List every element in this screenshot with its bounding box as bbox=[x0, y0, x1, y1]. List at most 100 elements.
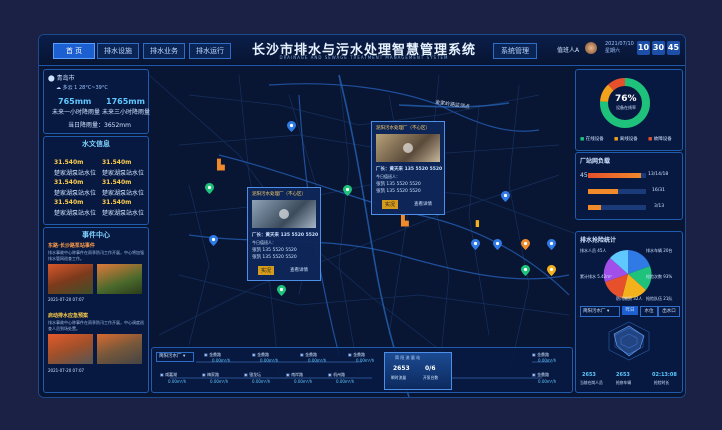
green-location-pin-icon[interactable] bbox=[205, 183, 214, 194]
bottom-stat-label: 抢修车辆 bbox=[616, 380, 632, 385]
load-row-value: 13/14/18 bbox=[648, 172, 669, 177]
rain-1h-value: 765mm bbox=[58, 97, 92, 106]
event-photo[interactable] bbox=[48, 334, 93, 364]
load-bar-fill bbox=[588, 189, 619, 194]
load-bar-track bbox=[588, 189, 646, 194]
drainage-title: 排水抢险统计 bbox=[580, 237, 617, 244]
flow-node-name: 金鼎路 bbox=[257, 352, 270, 357]
flow-center-station[interactable]: 简 阳 流 量 站 2653 0/6 瞬时流量 开泵台数 bbox=[384, 352, 452, 390]
legend-offline-dot: ■ bbox=[614, 137, 619, 142]
bottom-stat-value: 2653 bbox=[582, 372, 596, 378]
flow-node-name: 金鼎路 bbox=[537, 372, 550, 377]
tab-outlet[interactable]: 出水口 bbox=[658, 306, 680, 317]
orange-location-pin-icon[interactable] bbox=[547, 265, 556, 276]
location-pin-icon: ⬤ bbox=[48, 75, 57, 82]
events-title: 事件中心 bbox=[82, 231, 110, 239]
green-location-pin-icon[interactable] bbox=[343, 185, 352, 196]
station-popup[interactable]: 泥阳污水处理厂（不心区） 厂长：黄天来 135 5520 5520 今日值班人：… bbox=[247, 187, 321, 281]
center-flow-label: 瞬时流量 bbox=[391, 375, 407, 380]
flow-node-name: 银龙坛 bbox=[249, 372, 262, 377]
stat-value: 5.42m³ bbox=[597, 274, 612, 279]
play-icon[interactable] bbox=[279, 209, 289, 219]
stat-label: 抢险队伍 bbox=[646, 296, 662, 301]
blue-location-pin-icon[interactable] bbox=[547, 239, 556, 250]
factory-icon[interactable]: ▙ bbox=[401, 217, 415, 227]
popup-person: 张凯 135 5520 5520 bbox=[376, 189, 421, 194]
stat-label: 排水车辆 bbox=[646, 248, 662, 253]
station-load-title: 厂站网负载 bbox=[580, 158, 611, 165]
nav-home-tab[interactable]: 首 页 bbox=[53, 43, 95, 59]
pump-station-icon: ▣ bbox=[252, 352, 256, 357]
green-location-pin-icon[interactable] bbox=[521, 265, 530, 276]
detail-link[interactable]: 查看详情 bbox=[290, 267, 308, 273]
nav-facility-tab[interactable]: 排水设施 bbox=[97, 43, 139, 59]
nav-operation-tab[interactable]: 排水运行 bbox=[189, 43, 231, 59]
live-button[interactable]: 实况 bbox=[258, 266, 275, 275]
event-photo[interactable] bbox=[97, 334, 142, 364]
flow-node-name: 金鼎路 bbox=[305, 352, 318, 357]
water-value: 31.540m bbox=[102, 159, 132, 166]
blue-location-pin-icon[interactable] bbox=[493, 239, 502, 250]
nav-system-tab[interactable]: 系统管理 bbox=[493, 43, 537, 59]
popup-person: 张凯 135 5520 5520 bbox=[252, 255, 297, 260]
stat-label: 抢险次数 bbox=[646, 274, 662, 279]
flow-node-name: 金鼎路 bbox=[209, 352, 222, 357]
date-text: 2021/07/10 bbox=[605, 41, 634, 47]
tab-yesterday[interactable]: 昨日 bbox=[622, 306, 638, 315]
factory-icon[interactable]: ▙ bbox=[217, 161, 231, 171]
flow-node-value: 0.00m³/h bbox=[210, 379, 229, 384]
clock-second: 45 bbox=[667, 41, 680, 55]
stat-label: 防汛物资 bbox=[616, 296, 632, 301]
water-label: 楚家湖泵站水位 bbox=[54, 190, 97, 197]
stat-value: 45人 bbox=[597, 248, 607, 253]
orange-location-pin-icon[interactable] bbox=[521, 239, 530, 250]
event-photo[interactable] bbox=[48, 264, 93, 294]
event-title[interactable]: 东路·长沙路泵站事件 bbox=[48, 242, 95, 249]
flow-node-value: 0.00m³/h bbox=[308, 358, 327, 363]
rain-1h-label: 未来一小时降雨量 bbox=[52, 109, 101, 116]
popup-title: 泥阳污水处理厂（不心区） bbox=[252, 192, 306, 197]
weekday-text: 星期六 bbox=[605, 48, 621, 54]
popup-title: 泥阳污水处理厂（不心区） bbox=[376, 126, 430, 131]
tab-water-level[interactable]: 水位 bbox=[640, 306, 658, 317]
app-frame: 首 页 排水设施 排水业务 排水运行 长沙市排水与污水处理智慧管理系统 DRAI… bbox=[38, 34, 686, 398]
blue-location-pin-icon[interactable] bbox=[501, 191, 510, 202]
load-bar-track bbox=[588, 173, 646, 178]
nav-business-tab[interactable]: 排水业务 bbox=[143, 43, 185, 59]
plant-select[interactable]: 简阳污水厂 ▾ bbox=[580, 306, 620, 317]
popup-manager: 厂长：黄天来 135 5520 5520 bbox=[252, 233, 319, 238]
water-level-panel: 水文信息 31.540m 楚家湖泵站水位 31.540m 楚家湖泵站水位 31.… bbox=[43, 136, 149, 225]
event-time: 2021-07-20 07:07 bbox=[48, 368, 85, 373]
flow-node-name: 梅家路 bbox=[207, 372, 220, 377]
blue-location-pin-icon[interactable] bbox=[471, 239, 480, 250]
water-label: 楚家湖泵站水位 bbox=[54, 170, 97, 177]
load-bar-track bbox=[588, 205, 646, 210]
station-popup[interactable]: 泥阳污水处理厂（不心区） 厂长：黄天来 135 5520 5520 今日值班人：… bbox=[371, 121, 445, 215]
blue-location-pin-icon[interactable] bbox=[287, 121, 296, 132]
stat-label: 排水人员 bbox=[580, 248, 596, 253]
pump-station-icon: ▣ bbox=[202, 372, 206, 377]
detail-link[interactable]: 查看详情 bbox=[414, 201, 432, 207]
avatar[interactable] bbox=[585, 42, 597, 54]
center-pump-label: 开泵台数 bbox=[423, 375, 439, 380]
flow-node-name: 机州路 bbox=[333, 372, 346, 377]
stat-value: 32人 bbox=[633, 296, 643, 301]
pump-station-icon: ▣ bbox=[532, 372, 536, 377]
station-icon[interactable]: ▮ bbox=[475, 219, 483, 229]
blue-location-pin-icon[interactable] bbox=[209, 235, 218, 246]
flow-monitor-panel: 简阳污水厂 ▾ ▣ 金鼎路 0.00m³/h ▣ 金鼎路 0.00m³/h ▣ … bbox=[151, 347, 573, 393]
popup-duty: 今日值班人： bbox=[252, 240, 276, 245]
event-desc: 排水事故中心称事件在雨季防汛工作开展，中心将加强排水管网巡查工作。 bbox=[48, 250, 144, 261]
event-photo[interactable] bbox=[97, 264, 142, 294]
popup-manager: 厂长：黄天来 135 5520 5520 bbox=[376, 167, 443, 172]
pump-station-icon: ▣ bbox=[532, 352, 536, 357]
play-icon[interactable] bbox=[403, 143, 413, 153]
event-title[interactable]: 启动排水应急预案 bbox=[48, 312, 88, 319]
water-value: 31.540m bbox=[102, 199, 132, 206]
user-name[interactable]: 值班人A bbox=[557, 45, 579, 54]
pump-station-icon: ▣ bbox=[348, 352, 352, 357]
radar-area bbox=[613, 325, 645, 357]
green-location-pin-icon[interactable] bbox=[277, 285, 286, 296]
load-bar-fill bbox=[588, 205, 602, 210]
live-button[interactable]: 实况 bbox=[382, 200, 399, 209]
